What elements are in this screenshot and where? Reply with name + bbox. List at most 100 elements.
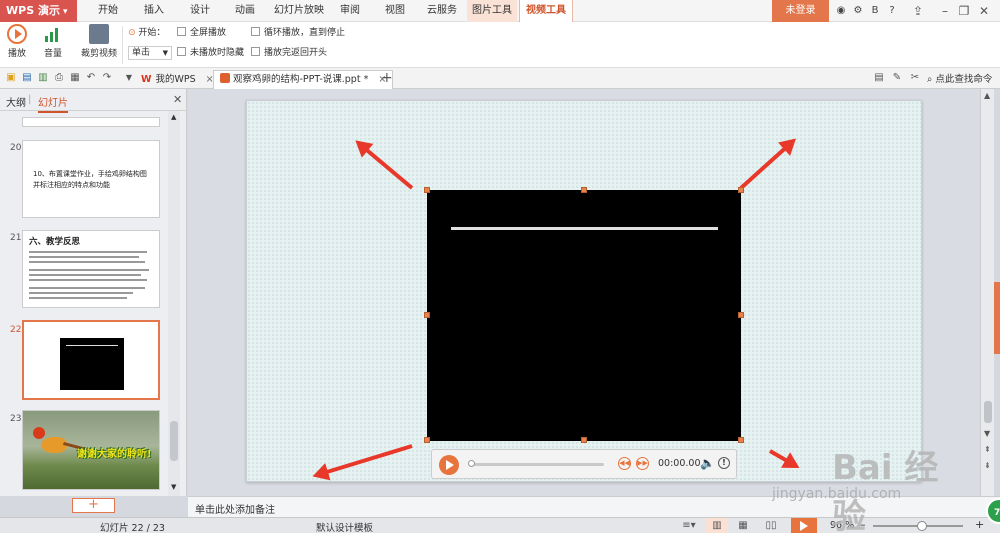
resize-handle[interactable] — [424, 312, 430, 318]
tab-view[interactable]: 视图 — [372, 0, 418, 22]
normal-view-icon[interactable]: ▥ — [706, 518, 728, 533]
volume-icon[interactable]: 🔈 — [700, 456, 715, 470]
volume-button[interactable]: 音量 — [36, 24, 70, 66]
start-select[interactable]: 单击 ▼ — [128, 46, 172, 60]
resize-handle[interactable] — [581, 187, 587, 193]
tab-outline[interactable]: 大纲 — [6, 94, 26, 109]
next-slide-icon[interactable]: ⇟ — [984, 461, 991, 470]
tools-icon[interactable]: ✂ — [908, 71, 922, 85]
info-icon[interactable]: ! — [718, 457, 730, 469]
backup-icon[interactable]: B — [868, 4, 882, 18]
wps-window: WPS 演示 ▾ 开始 插入 设计 动画 幻灯片放映 审阅 视图 云服务 图片工具… — [0, 0, 1000, 533]
media-play-button[interactable] — [439, 455, 459, 475]
resize-handle[interactable] — [738, 187, 744, 193]
print-icon[interactable]: ⎙ — [52, 71, 66, 85]
hide-when-not-playing-checkbox[interactable]: 未播放时隐藏 — [177, 46, 244, 60]
slide-thumbnail-22[interactable] — [22, 320, 160, 400]
scroll-thumb[interactable] — [170, 421, 178, 461]
scroll-down-icon[interactable]: ▼ — [984, 429, 990, 438]
design-template[interactable]: 默认设计模板 — [316, 520, 373, 533]
play-button[interactable]: 播放 — [4, 24, 30, 66]
tab-home[interactable]: 开始 — [86, 0, 130, 22]
tab-insert[interactable]: 插入 — [132, 0, 176, 22]
add-slide-button[interactable]: + — [72, 498, 115, 513]
scroll-up-icon[interactable]: ▲ — [171, 113, 176, 121]
tab-mywps-label: 我的WPS — [155, 74, 196, 85]
tab-animation[interactable]: 动画 — [224, 0, 266, 22]
tab-design[interactable]: 设计 — [178, 0, 222, 22]
resize-handle[interactable] — [424, 187, 430, 193]
settings-icon[interactable]: ⚙ — [851, 4, 865, 18]
panel-scrollbar[interactable]: ▲ ▼ — [168, 111, 180, 496]
slide-thumbnail-20[interactable]: 10、布置课堂作业，手绘鸡卵结构图并标注相应的特点和功能 — [22, 140, 160, 218]
tab-picture-tools[interactable]: 图片工具 — [467, 0, 517, 22]
task-pane-toggle[interactable] — [994, 282, 1000, 354]
slide-21-title: 六、教学反思 — [29, 237, 81, 247]
minimize-icon[interactable]: – — [937, 3, 953, 19]
tab-slides[interactable]: 幻灯片 — [38, 94, 68, 113]
new-tab-button[interactable]: + — [381, 70, 393, 86]
login-button[interactable]: 未登录 — [772, 0, 829, 22]
rewind-label: 播放完返回开头 — [264, 48, 328, 58]
close-panel-icon[interactable]: ✕ — [173, 93, 182, 106]
rewind-checkbox[interactable]: 播放完返回开头 — [251, 46, 327, 60]
tab-document-label: 观察鸡卵的结构-PPT-说课.ppt * — [233, 74, 369, 85]
slide-22-video-thumbnail — [60, 338, 124, 390]
message-icon[interactable]: ▤ — [872, 71, 886, 85]
wps-logo-icon: W — [141, 74, 152, 85]
seek-knob[interactable] — [468, 460, 475, 467]
export-pdf-icon[interactable]: ▥ — [36, 71, 50, 85]
sorter-view-icon[interactable]: ▦ — [732, 518, 754, 533]
resize-handle[interactable] — [581, 437, 587, 443]
tab-mywps[interactable]: W 我的WPS × — [134, 70, 221, 89]
close-icon[interactable]: ✕ — [976, 3, 992, 19]
maximize-icon[interactable]: ❐ — [956, 3, 972, 19]
zoom-in-icon[interactable]: + — [975, 518, 984, 531]
redo-icon[interactable]: ↷ — [100, 71, 114, 85]
help-icon[interactable]: ? — [885, 4, 899, 18]
fullscreen-checkbox[interactable]: 全屏播放 — [177, 26, 226, 40]
wps-menu-button[interactable]: WPS 演示 ▾ — [0, 0, 77, 22]
pin-icon[interactable]: ✎ — [890, 71, 904, 85]
slide-number: 20 — [10, 143, 22, 153]
preview-icon[interactable]: ▦ — [68, 71, 82, 85]
play-icon — [7, 24, 27, 44]
tab-slideshow[interactable]: 幻灯片放映 — [268, 0, 330, 22]
save-icon[interactable]: ▤ — [20, 71, 34, 85]
search-icon: ⌕ — [927, 74, 933, 85]
text-line — [29, 297, 127, 299]
loop-checkbox[interactable]: 循环播放，直到停止 — [251, 26, 345, 40]
workspace-scrollbar[interactable]: ▲ ▼ ⇞ ⇟ — [980, 89, 994, 496]
slide-thumbnail-21[interactable]: 六、教学反思 — [22, 230, 160, 308]
crop-video-button[interactable]: 裁剪视频 — [80, 24, 118, 66]
reading-view-icon[interactable]: ▯▯ — [760, 518, 782, 533]
tab-video-tools[interactable]: 视频工具 — [519, 0, 573, 22]
tab-document[interactable]: 观察鸡卵的结构-PPT-说课.ppt * × — [213, 70, 394, 89]
notes-toggle-icon[interactable]: ≡▾ — [678, 518, 700, 533]
text-line — [29, 287, 145, 289]
ribbon-divider — [122, 26, 123, 64]
text-line — [29, 261, 145, 263]
text-line — [29, 256, 139, 258]
slideshow-play-button[interactable] — [791, 518, 817, 533]
resize-handle[interactable] — [424, 437, 430, 443]
seek-bar[interactable] — [468, 460, 604, 467]
slide-number: 22 — [10, 325, 22, 335]
rewind-button[interactable]: ◀◀ — [618, 457, 631, 470]
prev-slide-icon[interactable]: ⇞ — [984, 445, 991, 454]
open-folder-icon[interactable]: ▣ — [4, 71, 18, 85]
slide-thumbnail-23[interactable]: 谢谢大家的聆听! — [22, 410, 160, 490]
restore-ribbon-icon[interactable]: ⇪ — [910, 3, 926, 19]
resize-handle[interactable] — [738, 312, 744, 318]
tab-cloud[interactable]: 云服务 — [420, 0, 464, 22]
undo-icon[interactable]: ↶ — [84, 71, 98, 85]
forward-button[interactable]: ▶▶ — [636, 457, 649, 470]
tab-review[interactable]: 审阅 — [332, 0, 368, 22]
resize-handle[interactable] — [738, 437, 744, 443]
find-command[interactable]: ⌕ 点此查找命令 — [927, 71, 992, 85]
scroll-thumb[interactable] — [984, 401, 992, 423]
slide-thumbnail-19[interactable] — [22, 117, 160, 127]
scroll-up-icon[interactable]: ▲ — [984, 91, 990, 100]
scroll-down-icon[interactable]: ▼ — [171, 483, 176, 491]
skin-icon[interactable]: ◉ — [834, 4, 848, 18]
